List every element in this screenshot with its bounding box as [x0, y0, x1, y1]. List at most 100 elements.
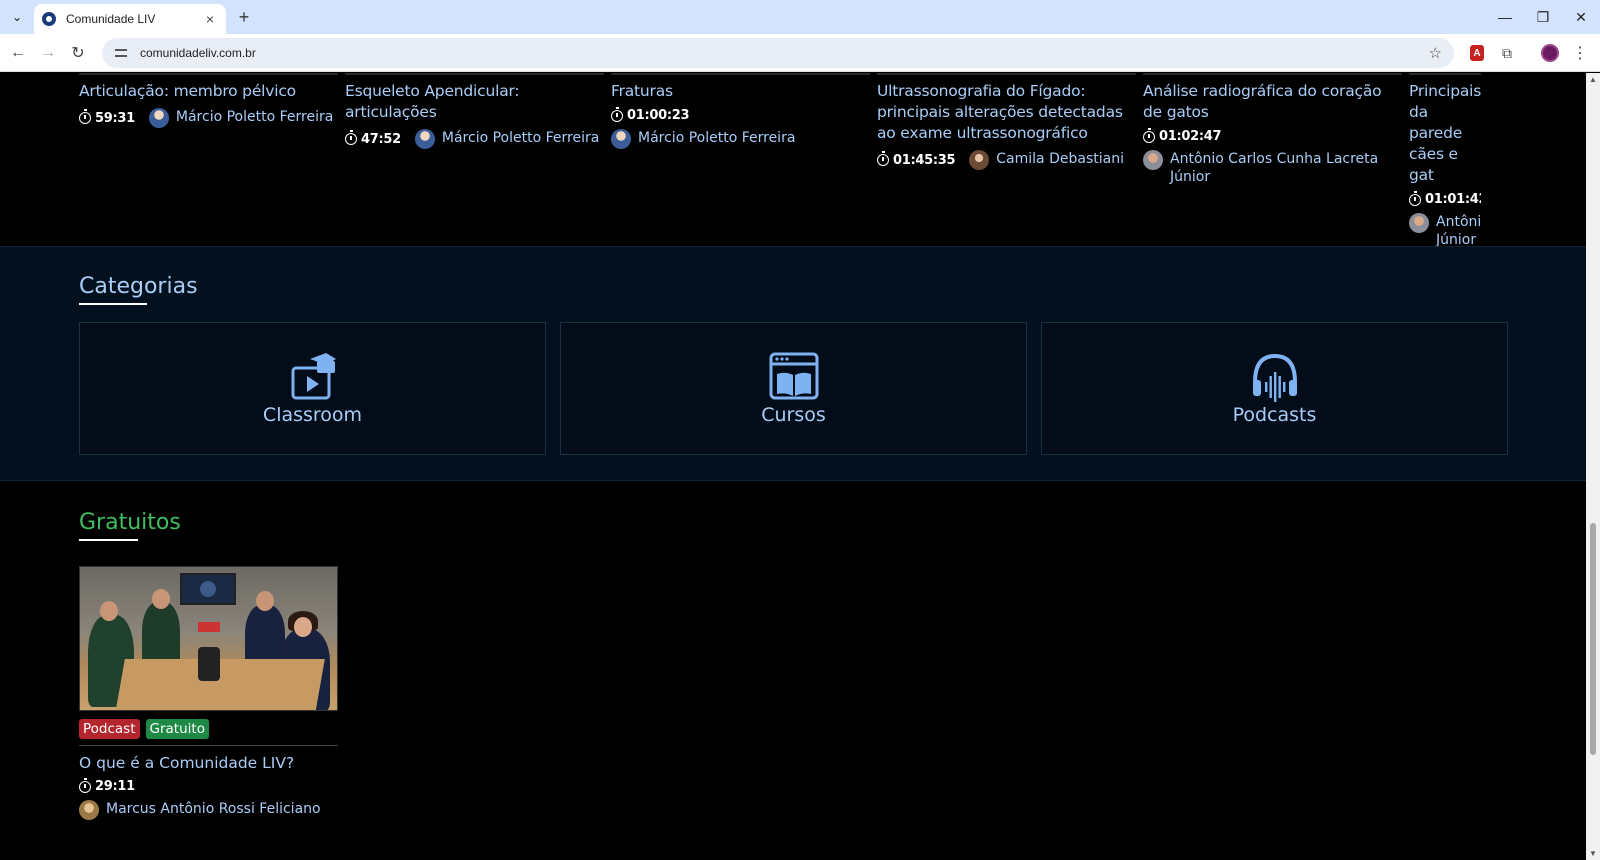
scrollbar[interactable]: ▲ ▼: [1586, 73, 1600, 860]
section-title: Gratuitos: [79, 510, 181, 535]
scroll-up-icon[interactable]: ▲: [1589, 75, 1597, 84]
microphone: [198, 647, 220, 681]
duration-text: 01:02:47: [1159, 129, 1222, 144]
video-title[interactable]: Esqueleto Apendicular: articulações: [345, 81, 604, 123]
pdf-extension-icon[interactable]: A: [1470, 45, 1484, 61]
timer-icon: [79, 109, 91, 124]
category-card-classroom[interactable]: Classroom: [79, 322, 546, 455]
author-name[interactable]: Antônio Carlos Cunha Lacreta Júnior: [1170, 150, 1383, 186]
category-card-podcasts[interactable]: Podcasts: [1041, 322, 1508, 455]
head: [294, 617, 312, 637]
divider: [611, 73, 870, 75]
author[interactable]: Antôni Júnior: [1409, 213, 1481, 248]
browser-toolbar: ← → ↻ comunidadeliv.com.br ☆ A ⧉ ⋮: [0, 34, 1600, 72]
tab-comunidade-liv[interactable]: Comunidade LIV ×: [34, 4, 226, 34]
video-card[interactable]: Principais da parede cães e gat 01:01:42…: [1409, 73, 1481, 248]
author[interactable]: Márcio Poletto Ferreira: [414, 129, 599, 149]
tv-screen: [180, 573, 236, 605]
section-title: Categorias: [79, 274, 198, 299]
video-card[interactable]: Ultrassonografia do Fígado: principais a…: [877, 73, 1136, 170]
duration: 01:01:42: [1409, 190, 1481, 207]
divider: [79, 745, 338, 746]
timer-icon: [611, 106, 623, 122]
video-meta: 01:45:35 Camila Debastiani: [877, 150, 1136, 170]
video-meta: Márcio Poletto Ferreira: [611, 129, 870, 149]
duration: 01:00:23: [611, 106, 690, 123]
restore-icon[interactable]: ❐: [1524, 0, 1562, 34]
close-window-icon[interactable]: ✕: [1562, 0, 1600, 34]
video-meta: 29:11: [79, 777, 338, 794]
video-title[interactable]: Análise radiográfica do coração de gatos: [1143, 81, 1402, 123]
divider: [1143, 73, 1402, 75]
video-meta: 47:52 Márcio Poletto Ferreira: [345, 129, 604, 149]
video-title[interactable]: O que é a Comunidade LIV?: [79, 753, 338, 774]
minimize-icon[interactable]: —: [1486, 0, 1524, 34]
timer-icon: [345, 130, 357, 145]
free-video-card[interactable]: Podcast Gratuito O que é a Comunidade LI…: [79, 566, 338, 820]
divider: [79, 73, 338, 75]
tab-strip: ⌄ Comunidade LIV × + — ❐ ✕: [0, 0, 1600, 34]
video-thumbnail[interactable]: [79, 566, 338, 711]
avatar: [79, 800, 99, 820]
duration-text: 59:31: [95, 110, 135, 126]
badges: Podcast Gratuito: [79, 719, 338, 739]
duration-text: 01:45:35: [893, 152, 956, 168]
profile-icon[interactable]: [1541, 44, 1559, 62]
author[interactable]: Marcus Antônio Rossi Feliciano: [79, 800, 338, 820]
category-card-cursos[interactable]: Cursos: [560, 322, 1027, 455]
menu-icon[interactable]: ⋮: [1570, 43, 1590, 63]
badge-podcast: Podcast: [79, 719, 140, 739]
reload-icon[interactable]: ↻: [66, 41, 90, 65]
author-name[interactable]: Márcio Poletto Ferreira: [442, 129, 599, 147]
title-underline: [79, 303, 147, 305]
category-label: Cursos: [761, 403, 826, 426]
scroll-thumb[interactable]: [1590, 523, 1596, 755]
site-info-icon[interactable]: [114, 46, 128, 60]
head: [152, 589, 170, 609]
video-card[interactable]: Fraturas 01:00:23 Márcio Poletto Ferreir…: [611, 73, 870, 149]
title-underline: [79, 539, 138, 541]
extensions-icon[interactable]: ⧉: [1497, 43, 1517, 63]
author-name[interactable]: Marcus Antônio Rossi Feliciano: [106, 800, 321, 818]
back-icon[interactable]: ←: [6, 41, 30, 65]
video-meta: Antônio Carlos Cunha Lacreta Júnior: [1143, 150, 1402, 186]
author-name[interactable]: Antôni Júnior: [1436, 213, 1481, 248]
divider: [345, 73, 604, 75]
author[interactable]: Márcio Poletto Ferreira: [611, 129, 795, 149]
video-title[interactable]: Fraturas: [611, 81, 870, 102]
avatar: [414, 129, 435, 149]
video-card[interactable]: Análise radiográfica do coração de gatos…: [1143, 73, 1402, 186]
author-name[interactable]: Camila Debastiani: [996, 150, 1124, 168]
open-book-icon: [769, 352, 818, 399]
video-title[interactable]: Principais da parede cães e gat: [1409, 81, 1481, 186]
timer-icon: [877, 151, 889, 166]
video-title[interactable]: Articulação: membro pélvico: [79, 81, 338, 102]
video-card[interactable]: Esqueleto Apendicular: articulações 47:5…: [345, 73, 604, 149]
avatar: [1409, 213, 1429, 233]
video-card[interactable]: Articulação: membro pélvico 59:31 Márcio…: [79, 73, 338, 128]
video-meta: Antôni Júnior: [1409, 213, 1481, 248]
author[interactable]: Camila Debastiani: [969, 150, 1124, 170]
star-icon[interactable]: ☆: [1429, 44, 1442, 62]
timer-icon: [79, 777, 91, 793]
tab-search-icon[interactable]: ⌄: [6, 6, 28, 28]
video-title[interactable]: Ultrassonografia do Fígado: principais a…: [877, 81, 1136, 144]
close-icon[interactable]: ×: [202, 11, 218, 27]
duration: 01:02:47: [1143, 127, 1222, 144]
author-name[interactable]: Márcio Poletto Ferreira: [638, 129, 795, 147]
url-text[interactable]: comunidadeliv.com.br: [140, 46, 1429, 60]
duration: 59:31: [79, 109, 135, 126]
author-name[interactable]: Márcio Poletto Ferreira: [176, 108, 333, 126]
headphones-icon: [1252, 353, 1297, 402]
scroll-down-icon[interactable]: ▼: [1589, 849, 1597, 858]
address-bar[interactable]: comunidadeliv.com.br ☆: [102, 38, 1454, 68]
author[interactable]: Márcio Poletto Ferreira: [148, 108, 333, 128]
classroom-icon: [291, 352, 336, 399]
duration-text: 01:00:23: [627, 108, 690, 123]
table: [115, 659, 325, 710]
timer-icon: [1409, 190, 1421, 206]
author[interactable]: Antônio Carlos Cunha Lacreta Júnior: [1143, 150, 1383, 186]
video-meta: 01:01:42: [1409, 190, 1481, 207]
plus-icon[interactable]: +: [234, 7, 254, 27]
forward-icon[interactable]: →: [36, 41, 60, 65]
